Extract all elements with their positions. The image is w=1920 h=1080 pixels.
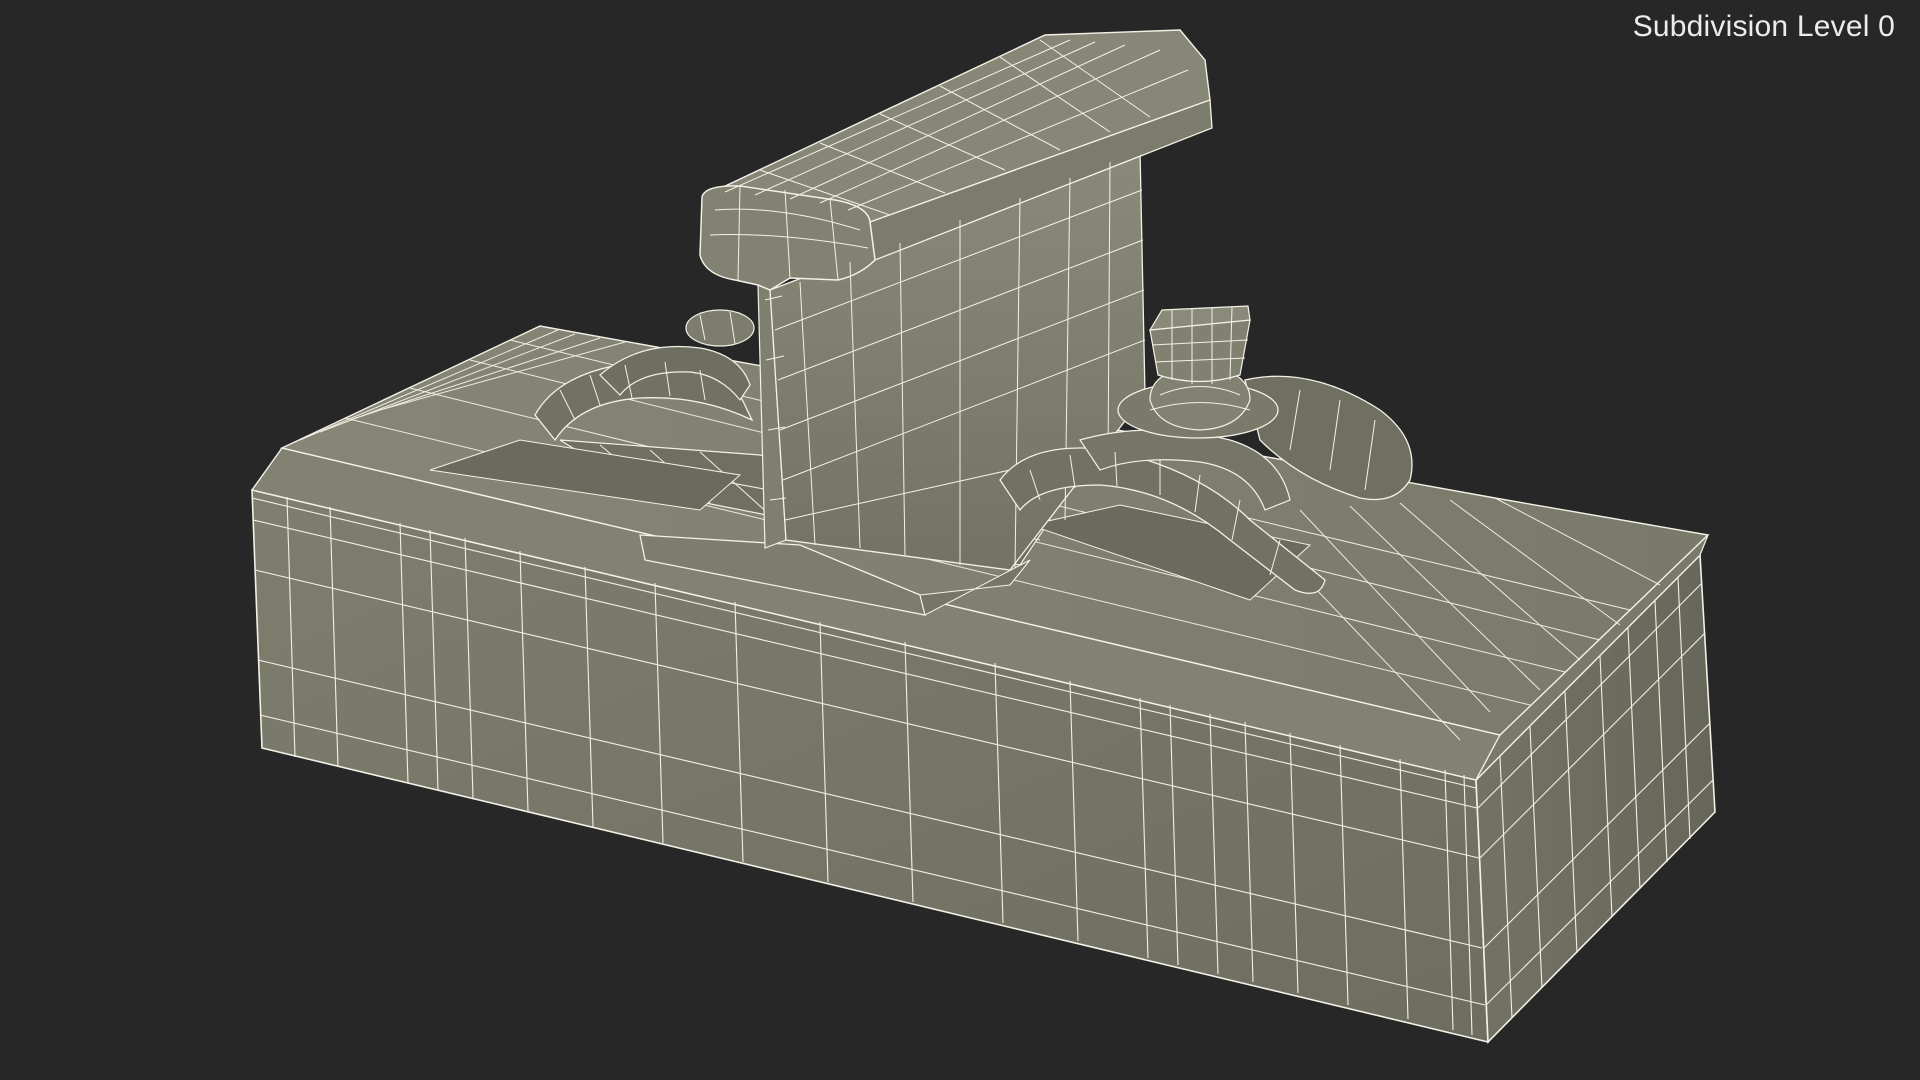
wireframe-model[interactable] [0,0,1920,1080]
3d-viewport[interactable]: Subdivision Level 0 [0,0,1920,1080]
clip-bolt-left [685,309,755,347]
subdivision-level-label: Subdivision Level 0 [1632,10,1895,43]
